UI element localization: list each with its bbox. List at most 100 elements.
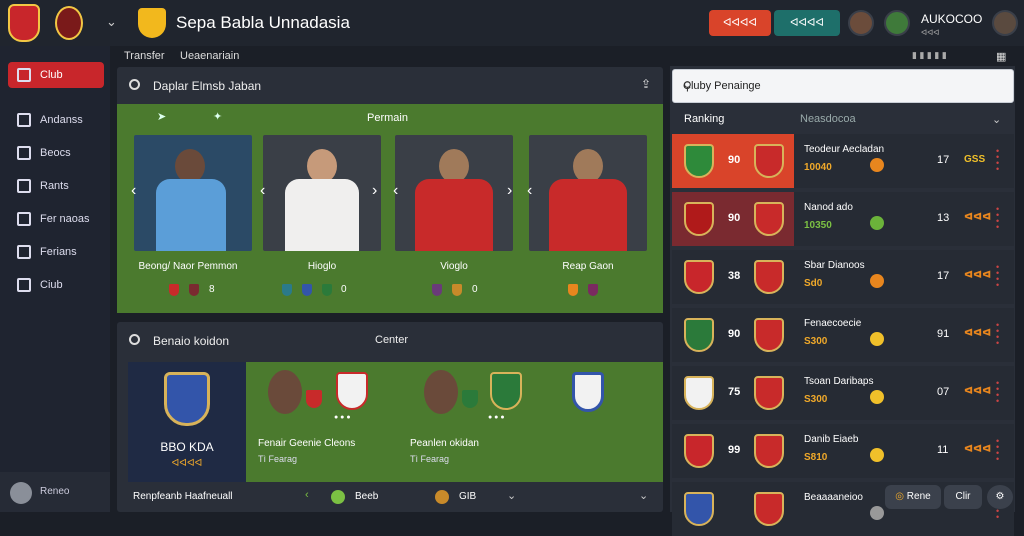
sidebar-item-label: Beocs [40,147,71,159]
player-name: Fenair Geenie Cleons [258,438,356,449]
players-panel-header: Daplar Elmsb Jaban ⇪ [117,67,663,103]
pin-icon[interactable]: ⚲ [683,79,1001,93]
top-bar: ⌄ Sepa Babla Unnadasia ᐊᐊᐊᐊ ᐊᐊᐊᐊ AUKOCOO… [0,0,1024,46]
sidebar-item-club[interactable]: Club [8,62,104,88]
club-crest-icon [684,376,714,410]
sidebar-item-rants[interactable]: Rants [8,173,104,199]
settings-icon[interactable]: ⚙ [987,485,1013,509]
ranking-row[interactable]: 75 Tsoan Daribaps S300 07 ᐊᐊᐊ • • • • [672,366,1014,420]
players-field: ➤ ✦ Permain ‹ ‹ › ‹ › ‹ Beong/ Naor Pemm… [117,104,663,313]
chevron-down-icon[interactable]: ⌄ [992,113,1001,126]
secondary-action-button[interactable]: ᐊᐊᐊᐊ [774,10,840,36]
chevron-left-icon[interactable]: ‹ [393,182,398,200]
player-subtitle: Tì Fearag [258,454,298,464]
avatar[interactable] [848,10,874,36]
section-label: Permain [367,112,408,124]
sidebar-footer-label: Reneo [40,486,70,497]
chevron-left-icon[interactable]: ‹ [305,489,309,501]
chevron-down-icon[interactable]: ⌄ [639,489,648,502]
more-icon[interactable]: •••• [996,263,999,290]
more-icon[interactable]: •••• [996,321,999,348]
ranking-row[interactable]: 90 Fenaecoecie S300 91 ᐊᐊᐊ • • • • [672,308,1014,362]
pin-icon[interactable]: ➤ [157,110,166,123]
grid-icon[interactable]: ▦ [996,50,1006,63]
ranking-row[interactable]: 99 Danib Eiaeb S810 11 ᐊᐊᐊ • • • • [672,424,1014,478]
players-search-input[interactable]: Daplar Elmsb Jaban [153,79,261,93]
window-controls[interactable]: ▮ ▮ ▮ ▮ ▮ [912,50,947,61]
ranking-points: 17 [937,270,950,282]
search-icon[interactable] [129,334,140,345]
opponent-crest-icon [754,202,784,236]
chevron-left-icon[interactable]: ‹ [131,182,136,200]
player-subtitle: Tì Fearag [410,454,450,464]
ranking-form: ᐊᐊᐊ [964,386,992,397]
sidebar-item-label: Ferians [40,246,77,258]
center-label: Center [375,334,409,346]
more-icon[interactable]: •••• [996,379,999,406]
player-card[interactable] [134,135,252,251]
club-card[interactable]: BBO KDA ᐊᐊᐊᐊ [128,362,246,482]
opponent-crest-icon [754,260,784,294]
profile-avatar[interactable] [992,10,1018,36]
player-card[interactable] [395,135,513,251]
sidebar-item-fernaoas[interactable]: Fer naoas [8,206,104,232]
club-crest-icon [336,372,368,410]
pin-icon[interactable]: ✦ [213,110,222,123]
sidebar-item-andanss[interactable]: Andanss [8,107,104,133]
sidebar-item-beocs[interactable]: Beocs [8,140,104,166]
club-logo-icon[interactable] [8,4,40,42]
status-icon [435,490,449,504]
club-badge-icon [189,284,199,296]
primary-action-button[interactable]: ᐊᐊᐊᐊ [709,10,771,36]
sidebar-item-label: Club [40,69,63,81]
sidebar: Club Andanss Beocs Rants Fer naoas Feria… [0,46,110,512]
share-icon[interactable]: ⇪ [641,77,651,91]
more-icon[interactable]: •••• [996,205,999,232]
search-icon[interactable] [129,79,140,90]
player-card[interactable] [529,135,647,251]
ranking-position: 38 [728,270,741,282]
refresh-label: Rene [906,491,931,502]
chevron-right-icon[interactable]: › [507,182,512,200]
sidebar-footer[interactable]: Reneo [0,472,110,512]
ranking-points: 07 [937,386,950,398]
coin-icon [870,158,884,172]
refresh-button[interactable]: ◎ Rene [885,485,941,509]
sidebar-item-ciub[interactable]: Ciub [8,272,104,298]
tab-ueaenariain[interactable]: Ueaenariain [180,50,239,62]
ranking-team-name: Danib Eiaeb [804,434,859,445]
club-badge-icon [169,284,179,296]
player-avatar[interactable] [268,370,302,414]
sidebar-item-ferians[interactable]: Ferians [8,239,104,265]
rankings-head-right: Neasdocoa [800,113,856,125]
clear-button[interactable]: Clir [944,485,982,509]
chevron-right-icon[interactable]: › [372,182,377,200]
ranking-row[interactable]: 38 Sbar Dianoos Sd0 17 ᐊᐊᐊ • • • • [672,250,1014,304]
chevron-down-icon[interactable]: ⌄ [507,489,516,502]
chevron-left-icon[interactable]: ‹ [527,182,532,200]
coin-icon [870,216,884,230]
rankings-header: Ranking Neasdocoa ⌄ [670,106,1015,132]
tab-transfer[interactable]: Transfer [124,50,165,62]
ranking-points: 13 [937,212,950,224]
coin-icon [870,506,884,520]
player-card[interactable] [263,135,381,251]
more-icon[interactable]: •••• [996,437,999,464]
avatar[interactable] [884,10,910,36]
chevron-down-icon[interactable]: ⌄ [106,14,117,30]
footer-right-label: GIB [459,491,477,502]
chevron-left-icon[interactable]: ‹ [260,182,265,200]
rankings-search-input[interactable]: Cluby Penainge ⚲ [672,69,1014,103]
ranking-form: ᐊᐊᐊ [964,444,992,455]
ranking-team-name: Sbar Dianoos [804,260,865,271]
more-icon[interactable]: •••• [996,147,999,174]
club-crest-icon [490,372,522,410]
opponent-crest-icon [754,376,784,410]
team-logo-icon[interactable] [55,6,83,40]
ranking-row[interactable]: 90 Teodeur Aecladan 10040 17 GSS • • • • [672,134,1014,188]
footer-label: Renpfeanb Haafneuall [133,491,233,502]
ranking-form: ᐊᐊᐊ [964,328,992,339]
ranking-row[interactable]: 90 Nanod ado 10350 13 ᐊᐊᐊ • • • • [672,192,1014,246]
grid-icon [17,245,31,259]
player-avatar[interactable] [424,370,458,414]
